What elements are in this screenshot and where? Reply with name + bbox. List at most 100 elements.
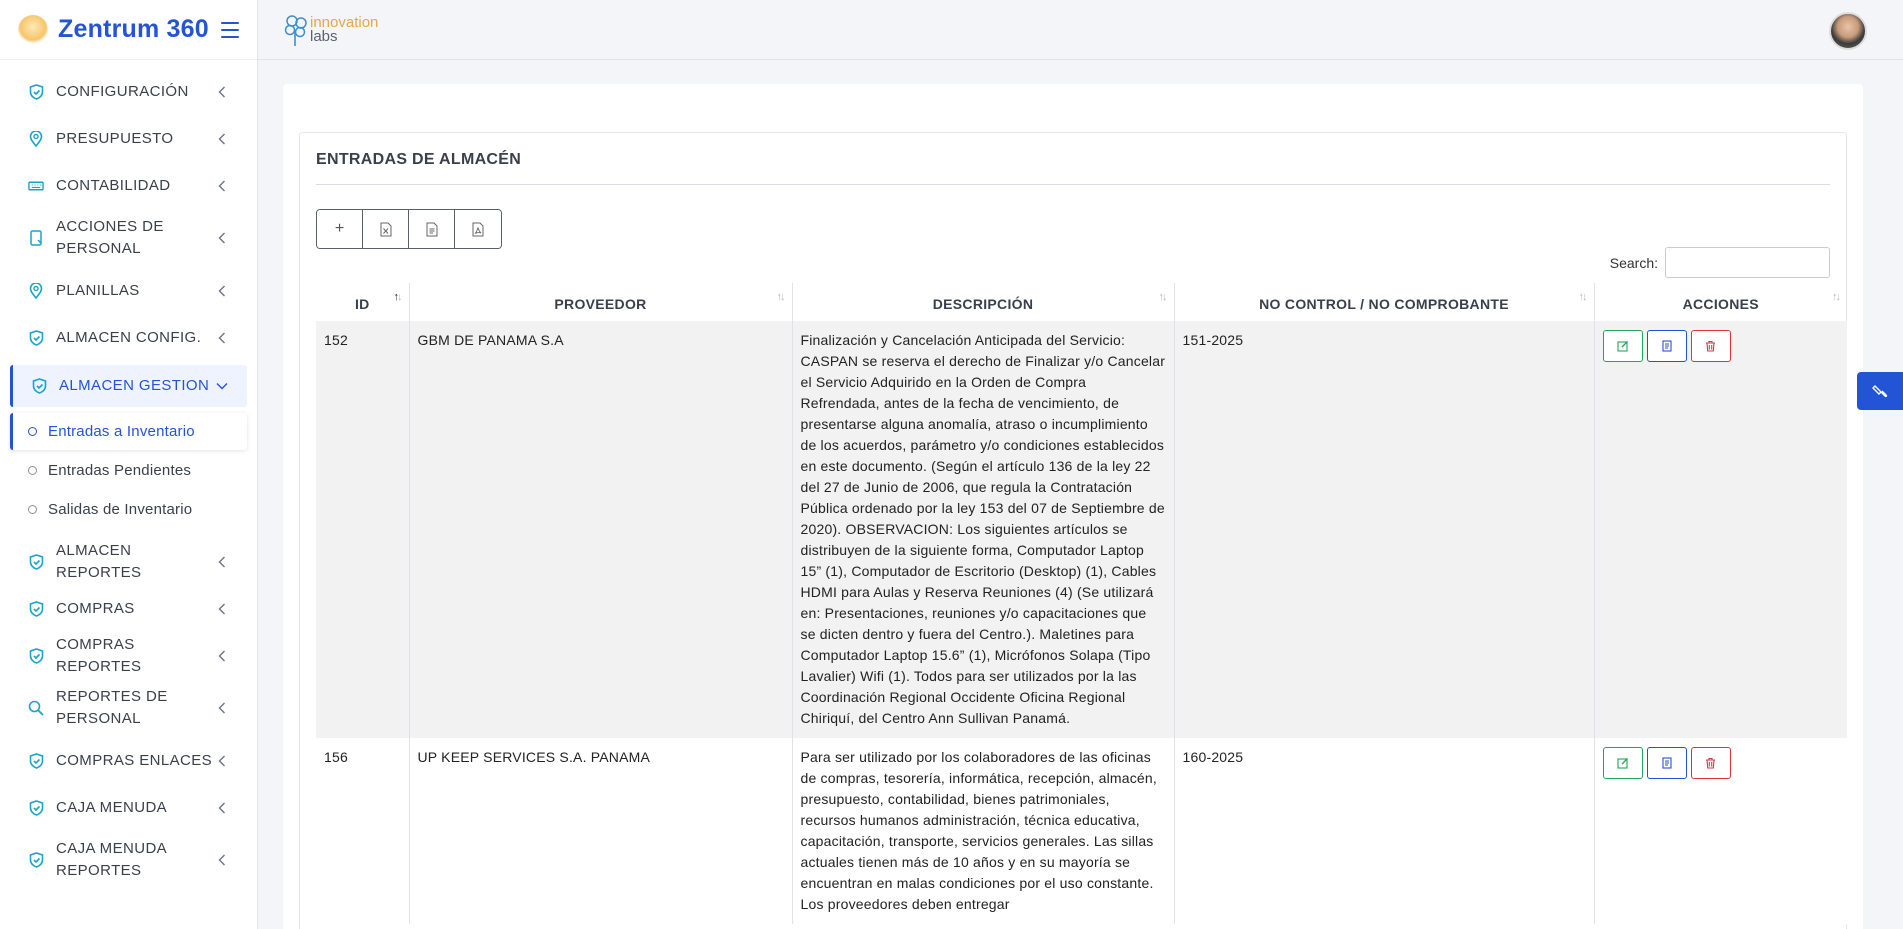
trash-icon bbox=[1706, 757, 1715, 769]
sidebar-item-label: PLANILLAS bbox=[56, 281, 140, 299]
sidebar-item-label: ALMACEN CONFIG. bbox=[56, 328, 202, 346]
shield-icon bbox=[28, 83, 44, 100]
chevron-left-icon bbox=[215, 331, 229, 345]
column-header-id[interactable]: ID ↑↓ bbox=[316, 283, 410, 321]
chevron-left-icon bbox=[215, 132, 229, 146]
view-document-button[interactable] bbox=[1646, 330, 1687, 362]
user-avatar[interactable] bbox=[1829, 12, 1867, 50]
innovation-labs-logo: innovation labs bbox=[282, 13, 378, 47]
map-pin-icon bbox=[28, 130, 44, 147]
shield-icon bbox=[28, 329, 44, 346]
submenu-item-entradas-a-inventario[interactable]: Entradas a Inventario bbox=[10, 413, 247, 450]
cell-control: 160-2025 bbox=[1174, 738, 1595, 924]
sidebar-item-label: COMPRAS bbox=[56, 599, 135, 617]
shield-icon bbox=[31, 378, 47, 394]
menu-toggle-icon[interactable] bbox=[220, 21, 239, 38]
sort-icon: ↑↓ bbox=[1832, 291, 1841, 303]
chevron-left-icon bbox=[215, 602, 229, 616]
edit-icon bbox=[1616, 341, 1628, 352]
chevron-left-icon bbox=[215, 853, 229, 867]
top-header: innovation labs bbox=[258, 0, 1903, 60]
sidebar-item-almacen-gestion[interactable]: ALMACEN GESTION bbox=[10, 365, 247, 407]
column-header-label: NO CONTROL / NO COMPROBANTE bbox=[1259, 296, 1509, 312]
circle-icon bbox=[28, 427, 37, 436]
sidebar-item-label: ALMACEN GESTION bbox=[59, 377, 210, 394]
column-header-descripcion[interactable]: DESCRIPCIÓN ↑↓ bbox=[792, 283, 1175, 321]
column-header-label: PROVEEDOR bbox=[554, 296, 647, 312]
export-excel-button[interactable] bbox=[363, 210, 409, 248]
edit-button[interactable] bbox=[1602, 747, 1643, 779]
search-label: Search: bbox=[1609, 254, 1658, 271]
sidebar-item-planillas[interactable]: PLANILLAS bbox=[0, 267, 257, 314]
column-header-acciones[interactable]: ACCIONES ↑↓ bbox=[1594, 283, 1847, 321]
row-actions bbox=[1602, 330, 1840, 362]
search-input[interactable] bbox=[1665, 247, 1830, 278]
sidebar-item-label: CAJA MENUDA bbox=[56, 798, 168, 816]
edit-button[interactable] bbox=[1602, 330, 1643, 362]
sidebar-item-label: PRESUPUESTO bbox=[56, 129, 174, 147]
shield-icon bbox=[28, 852, 44, 868]
edit-icon bbox=[1616, 758, 1628, 769]
sidebar-item-reportes-de-personal[interactable]: REPORTES DE PERSONAL bbox=[0, 679, 257, 737]
sidebar-item-label: CAJA MENUDA REPORTES bbox=[56, 840, 167, 879]
sidebar-item-almacen-reportes[interactable]: ALMACEN REPORTES bbox=[0, 538, 257, 585]
title-divider bbox=[316, 184, 1830, 185]
chevron-left-icon bbox=[215, 231, 229, 245]
sidebar-item-label: COMPRAS ENLACES bbox=[56, 751, 213, 769]
sidebar-item-contabilidad[interactable]: CONTABILIDAD bbox=[0, 162, 257, 209]
submenu-item-salidas-de-inventario[interactable]: Salidas de Inventario bbox=[10, 491, 247, 528]
view-document-button[interactable] bbox=[1646, 747, 1687, 779]
document-icon bbox=[1661, 340, 1672, 352]
chevron-left-icon bbox=[215, 801, 229, 815]
shield-icon bbox=[28, 647, 44, 664]
trash-icon bbox=[1706, 340, 1715, 352]
tablet-icon bbox=[28, 230, 44, 246]
chevron-left-icon bbox=[215, 649, 229, 663]
delete-button[interactable] bbox=[1690, 330, 1731, 362]
sidebar-item-compras-reportes[interactable]: COMPRAS REPORTES bbox=[0, 632, 257, 679]
sidebar-item-configuracion[interactable]: CONFIGURACIÓN bbox=[0, 68, 257, 115]
sidebar-item-label: REPORTES DE PERSONAL bbox=[56, 688, 168, 727]
row-actions bbox=[1602, 747, 1840, 779]
sidebar-item-compras[interactable]: COMPRAS bbox=[0, 585, 257, 632]
brand-bar: Zentrum 360 bbox=[0, 0, 257, 60]
shield-icon bbox=[28, 752, 44, 769]
sidebar-item-caja-menuda-reportes[interactable]: CAJA MENUDA REPORTES bbox=[0, 831, 257, 889]
sort-icon: ↑↓ bbox=[1578, 291, 1588, 303]
table-header-row: ID ↑↓ PROVEEDOR ↑↓ DESCRIPCIÓN ↑↓ NO CONTRO… bbox=[316, 283, 1847, 321]
almacen-gestion-submenu: Entradas a Inventario Entradas Pendiente… bbox=[0, 409, 257, 536]
file-text-icon bbox=[426, 222, 437, 236]
add-button[interactable]: + bbox=[317, 210, 363, 248]
file-excel-icon bbox=[380, 222, 391, 236]
sidebar-item-label: ALMACEN REPORTES bbox=[56, 541, 142, 581]
sidebar-item-presupuesto[interactable]: PRESUPUESTO bbox=[0, 115, 257, 162]
sidebar-item-almacen-config[interactable]: ALMACEN CONFIG. bbox=[0, 314, 257, 361]
cell-id: 156 bbox=[316, 738, 410, 924]
tree-logo-icon bbox=[284, 14, 307, 46]
theme-customizer-button[interactable] bbox=[1857, 372, 1903, 410]
submenu-item-label: Salidas de Inventario bbox=[48, 501, 193, 518]
export-pdf-button[interactable] bbox=[455, 210, 501, 248]
shield-icon bbox=[28, 600, 44, 617]
entradas-table: ID ↑↓ PROVEEDOR ↑↓ DESCRIPCIÓN ↑↓ NO CONTRO… bbox=[316, 283, 1847, 924]
cell-proveedor: GBM DE PANAMA S.A bbox=[409, 321, 793, 738]
sidebar-item-compras-enlaces[interactable]: COMPRAS ENLACES bbox=[0, 737, 257, 784]
export-csv-button[interactable] bbox=[409, 210, 455, 248]
column-header-label: ACCIONES bbox=[1682, 296, 1759, 312]
sort-icon: ↑↓ bbox=[1158, 291, 1168, 303]
search-icon bbox=[28, 700, 44, 716]
sidebar-item-acciones-de-personal[interactable]: ACCIONES DE PERSONAL bbox=[0, 209, 257, 267]
submenu-item-entradas-pendientes[interactable]: Entradas Pendientes bbox=[10, 452, 247, 489]
chevron-left-icon bbox=[215, 754, 229, 768]
sidebar-item-label: COMPRAS REPORTES bbox=[56, 635, 142, 675]
column-header-label: ID bbox=[354, 296, 370, 312]
sidebar-item-caja-menuda[interactable]: CAJA MENUDA bbox=[0, 784, 257, 831]
column-header-proveedor[interactable]: PROVEEDOR ↑↓ bbox=[409, 283, 793, 321]
cell-acciones bbox=[1594, 321, 1847, 738]
sort-ascending-icon: ↑↓ bbox=[393, 291, 403, 303]
sidebar-item-label: CONTABILIDAD bbox=[56, 176, 171, 194]
cell-descripcion: Finalización y Cancelación Anticipada de… bbox=[792, 321, 1175, 738]
shield-icon bbox=[28, 799, 44, 816]
delete-button[interactable] bbox=[1690, 747, 1731, 779]
column-header-no-control[interactable]: NO CONTROL / NO COMPROBANTE ↑↓ bbox=[1174, 283, 1595, 321]
